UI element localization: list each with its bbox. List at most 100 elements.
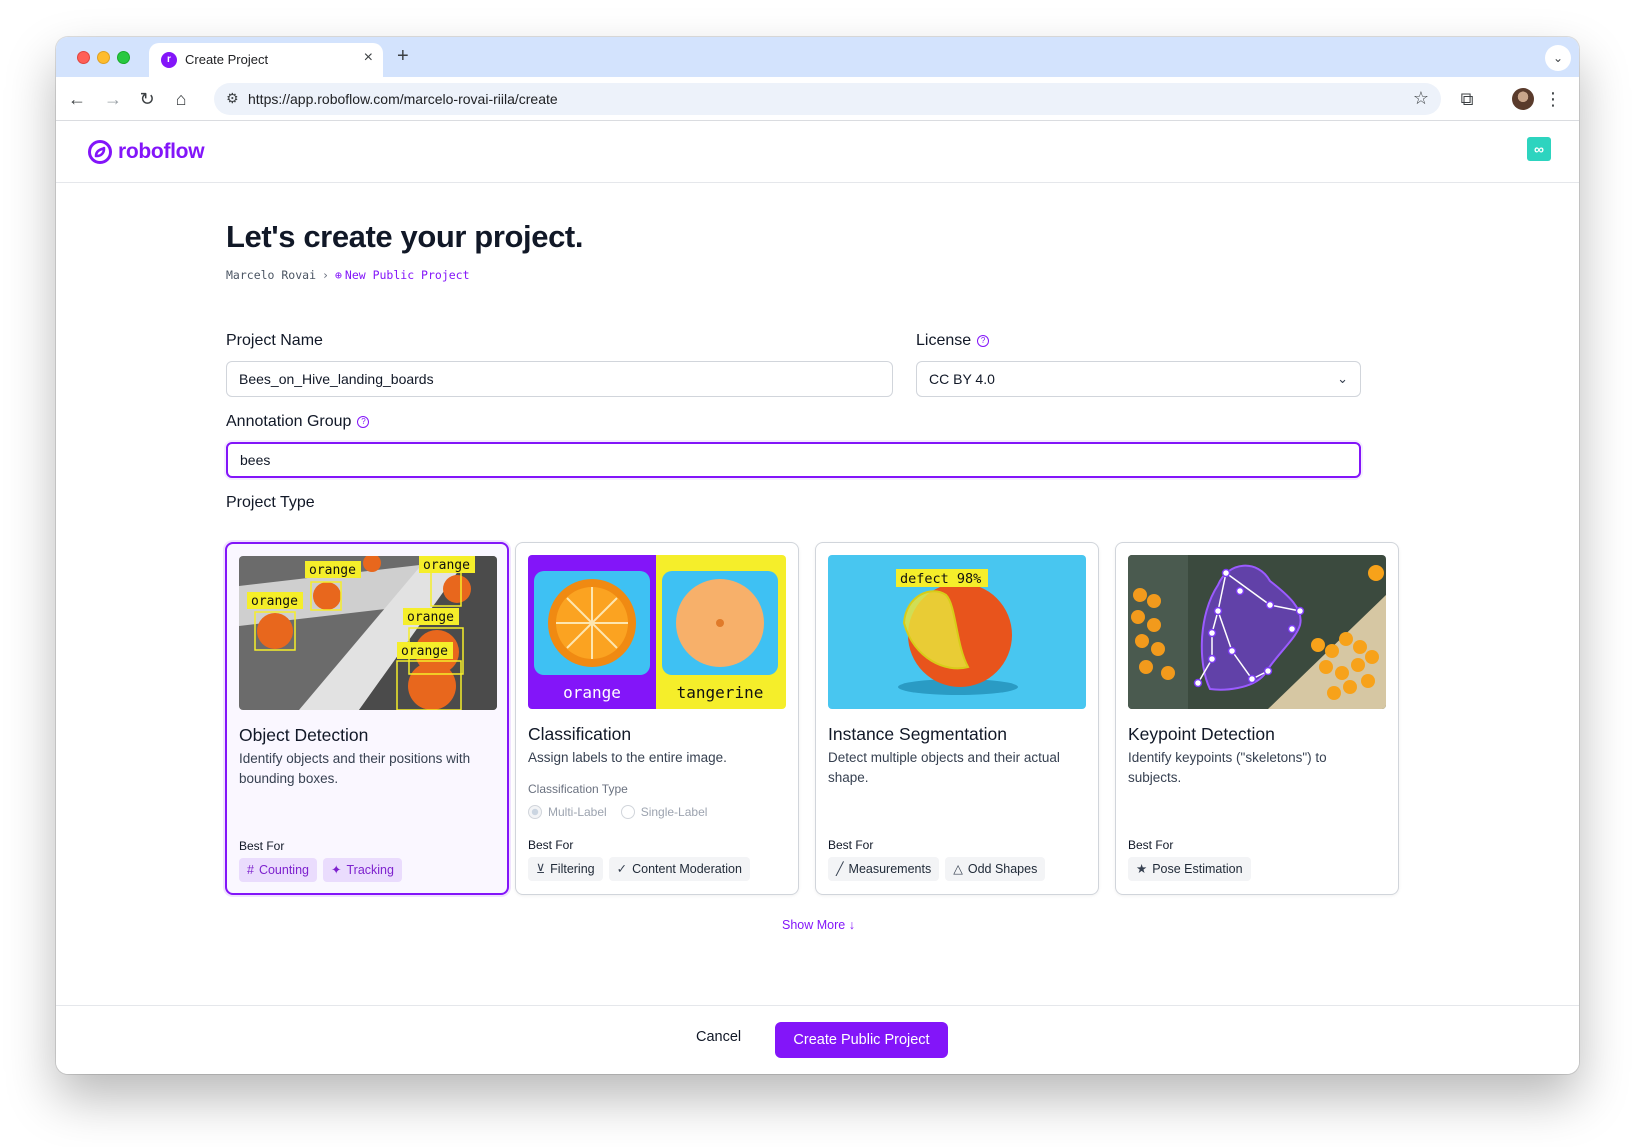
minimize-window-button[interactable] <box>97 51 110 64</box>
project-type-card-object-detection[interactable]: orange orange orange orange orange Objec… <box>225 542 509 895</box>
project-name-input[interactable]: Bees_on_Hive_landing_boards <box>226 361 893 397</box>
roboflow-logo-icon[interactable] <box>88 140 112 164</box>
breadcrumb: Marcelo Rovai › ⊕ New Public Project <box>226 268 470 282</box>
maximize-window-button[interactable] <box>117 51 130 64</box>
person-running-icon: ★ <box>1136 862 1148 876</box>
hash-icon: # <box>247 863 254 877</box>
annotation-group-label: Annotation Group? <box>226 413 370 431</box>
create-public-project-button[interactable]: Create Public Project <box>775 1022 948 1058</box>
keypoint-detection-image <box>1128 555 1386 709</box>
page-title: Let's create your project. <box>226 219 584 254</box>
site-settings-icon[interactable]: ⚙ <box>226 90 239 107</box>
app-header: roboflow ∞ <box>56 121 1579 183</box>
tab-strip: r Create Project × + ⌄ <box>56 37 1579 77</box>
best-for-label: Best For <box>828 838 874 852</box>
card-description: Identify keypoints ("skeletons") to subj… <box>1128 750 1327 785</box>
label-tangerine: tangerine <box>677 683 764 702</box>
classification-type-options: Multi-Label Single-Label <box>528 805 707 819</box>
tab-search-chevron-icon[interactable]: ⌄ <box>1545 45 1571 71</box>
reload-icon[interactable]: ↻ <box>136 88 158 110</box>
filter-icon: ⊻ <box>536 862 546 876</box>
best-for-tags: ★ Pose Estimation <box>1128 857 1251 881</box>
profile-avatar[interactable] <box>1512 88 1534 110</box>
project-type-card-classification[interactable]: orange tangerine Classification Assign l… <box>515 542 799 895</box>
project-name-label: Project Name <box>226 332 323 349</box>
roboflow-logo-text[interactable]: roboflow <box>118 140 205 164</box>
bookmark-star-icon[interactable]: ☆ <box>1413 88 1429 109</box>
breadcrumb-current: New Public Project <box>344 268 470 282</box>
form-footer: Cancel Create Public Project <box>56 1005 1579 1074</box>
radio-icon <box>528 805 542 819</box>
check-icon: ✓ <box>616 862 628 876</box>
license-select[interactable]: CC BY 4.0 ⌄ <box>916 361 1361 397</box>
label-orange-3: orange <box>423 558 470 573</box>
project-type-card-keypoint-detection[interactable]: Keypoint Detection Identify keypoints ("… <box>1115 542 1399 895</box>
license-help-icon[interactable]: ? <box>977 335 990 347</box>
radio-icon <box>620 805 635 819</box>
tag-counting: # Counting <box>239 858 317 882</box>
label-orange-4: orange <box>407 610 454 625</box>
browser-toolbar: ← → ↻ ⌂ ⚙ https://app.roboflow.com/marce… <box>56 77 1579 121</box>
ruler-icon: ╱ <box>836 862 844 876</box>
forward-arrow-icon[interactable]: → <box>102 88 124 110</box>
best-for-label: Best For <box>239 839 285 853</box>
single-label-option[interactable]: Single-Label <box>620 805 707 819</box>
card-title: Keypoint Detection <box>1128 724 1275 744</box>
cancel-button[interactable]: Cancel <box>696 1029 741 1045</box>
card-title: Instance Segmentation <box>828 724 1008 744</box>
object-detection-image: orange orange orange orange orange <box>239 556 497 710</box>
tag-tracking: ✦ Tracking <box>323 858 402 882</box>
header-app-icon[interactable]: ∞ <box>1527 137 1551 161</box>
best-for-tags: ⊻ Filtering ✓ Content Moderation <box>528 857 750 881</box>
close-window-button[interactable] <box>77 51 90 64</box>
license-label: License? <box>916 332 990 350</box>
tab-close-icon[interactable]: × <box>364 49 373 67</box>
tag-measurements: ╱ Measurements <box>828 857 940 881</box>
label-orange-5: orange <box>401 644 448 659</box>
home-icon[interactable]: ⌂ <box>170 88 192 110</box>
url-text: https://app.roboflow.com/marcelo-rovai-r… <box>248 91 558 107</box>
chevron-down-icon: ⌄ <box>1337 371 1348 386</box>
globe-icon: ⊕ <box>334 268 342 282</box>
project-type-card-instance-segmentation[interactable]: defect 98% Instance Segmentation Detect … <box>815 542 1099 895</box>
tag-content-moderation: ✓ Content Moderation <box>608 857 750 881</box>
label-orange-2: orange <box>309 563 356 578</box>
breadcrumb-owner[interactable]: Marcelo Rovai <box>226 268 316 282</box>
classification-type-label: Classification Type <box>528 782 628 796</box>
project-type-label: Project Type <box>226 494 315 511</box>
shapes-icon: △ <box>953 862 963 876</box>
chevron-right-icon: › <box>322 268 329 282</box>
address-bar[interactable]: ⚙ https://app.roboflow.com/marcelo-rovai… <box>214 83 1441 115</box>
best-for-tags: # Counting ✦ Tracking <box>239 858 402 882</box>
label-defect: defect 98% <box>900 571 981 587</box>
new-tab-button[interactable]: + <box>397 45 409 68</box>
best-for-label: Best For <box>528 838 574 852</box>
extensions-puzzle-icon[interactable]: ⧉ <box>1456 88 1478 110</box>
back-arrow-icon[interactable]: ← <box>66 88 88 110</box>
screen: r Create Project × + ⌄ ← → ↻ ⌂ ⚙ https:/… <box>0 0 1635 1147</box>
card-title: Classification <box>528 724 632 744</box>
label-orange-1: orange <box>251 594 298 609</box>
classification-image: orange tangerine <box>528 555 786 709</box>
best-for-label: Best For <box>1128 838 1174 852</box>
card-description: Assign labels to the entire image. <box>528 750 727 765</box>
best-for-tags: ╱ Measurements △ Odd Shapes <box>828 857 1046 881</box>
browser-tab[interactable]: r Create Project × <box>149 43 383 77</box>
tag-filtering: ⊻ Filtering <box>528 857 603 881</box>
annotation-group-input[interactable]: bees <box>226 442 1361 478</box>
card-title: Object Detection <box>239 725 369 745</box>
tag-odd-shapes: △ Odd Shapes <box>945 857 1046 881</box>
license-value: CC BY 4.0 <box>929 371 995 387</box>
label-orange: orange <box>563 683 621 702</box>
card-description: Identify objects and their positions wit… <box>239 751 471 786</box>
tab-title: Create Project <box>185 52 269 67</box>
card-description: Detect multiple objects and their actual… <box>828 750 1060 785</box>
arrow-down-icon: ↓ <box>848 918 855 932</box>
show-more-button[interactable]: Show More ↓ <box>226 918 1411 932</box>
annotation-group-help-icon[interactable]: ? <box>357 416 370 428</box>
multi-label-option[interactable]: Multi-Label <box>528 805 607 819</box>
tracking-icon: ✦ <box>331 863 342 877</box>
browser-menu-icon[interactable]: ⋮ <box>1542 88 1564 110</box>
browser-window: r Create Project × + ⌄ ← → ↻ ⌂ ⚙ https:/… <box>56 37 1579 1074</box>
roboflow-favicon-icon: r <box>161 52 177 68</box>
